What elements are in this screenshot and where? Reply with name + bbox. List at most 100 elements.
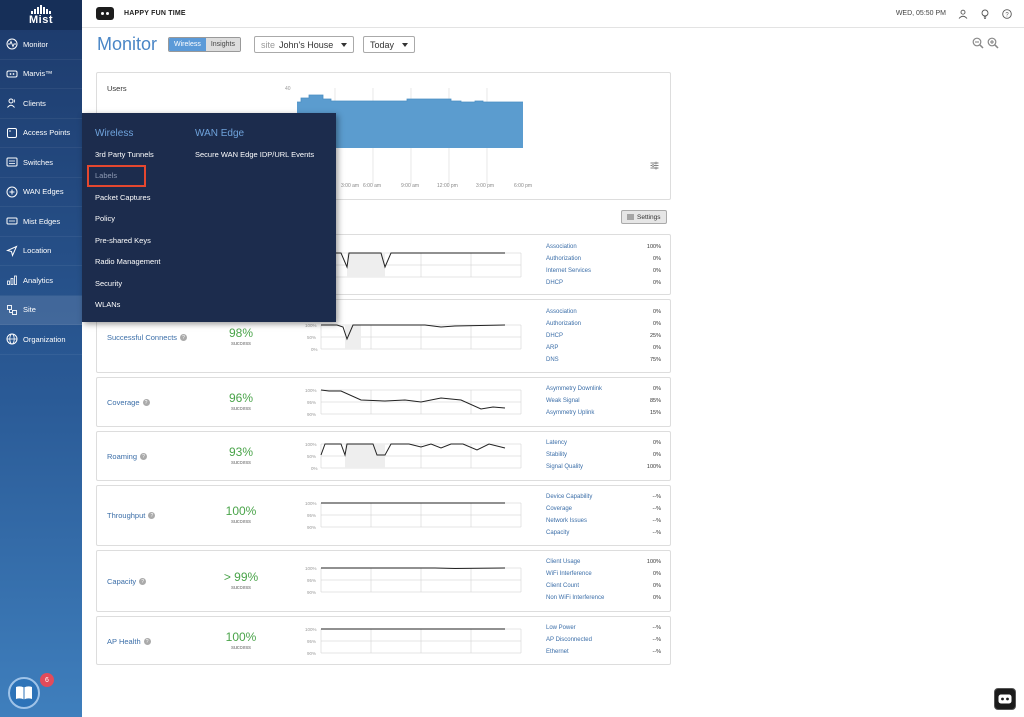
classifier-row[interactable]: Device Capability --%: [546, 491, 661, 503]
sidebar-item-label: Marvis™: [23, 69, 53, 79]
sidebar-item-site[interactable]: Site: [0, 295, 82, 325]
menu-section-wireless: Wireless: [95, 128, 134, 139]
help-icon[interactable]: ?: [139, 578, 147, 585]
sidebar-item-access-points[interactable]: Access Points: [0, 119, 82, 148]
classifier-row[interactable]: Latency 0%: [546, 437, 661, 449]
sle-row-capacity[interactable]: Capacity? > 99% success 100% 95% 90% Cli…: [96, 550, 671, 612]
svg-text:95%: 95%: [307, 513, 316, 518]
help-icon[interactable]: ?: [143, 638, 151, 645]
menu-item-pre-shared-keys[interactable]: Pre-shared Keys: [95, 236, 151, 245]
sle-row-ap-health[interactable]: AP Health? 100% success 100% 95% 90% Low…: [96, 616, 671, 665]
sle-name[interactable]: Throughput?: [107, 511, 156, 520]
help-icon[interactable]: ?: [1002, 8, 1012, 19]
sle-percent: > 99%: [223, 570, 259, 584]
help-book-button[interactable]: 6: [8, 673, 54, 709]
marvis-icon: [6, 70, 18, 78]
x-tick-label: 3:00 am: [341, 183, 360, 189]
sidebar-item-label: Location: [23, 246, 52, 256]
marvis-chat-button[interactable]: [994, 688, 1016, 710]
svg-text:95%: 95%: [307, 639, 316, 644]
classifier-row[interactable]: Internet Services 0%: [546, 265, 661, 277]
classifier-row[interactable]: Signal Quality 100%: [546, 461, 661, 473]
classifier-row[interactable]: Association 0%: [546, 306, 661, 318]
classifier-row[interactable]: Client Usage 100%: [546, 556, 661, 568]
classifier-row[interactable]: Asymmetry Uplink 15%: [546, 407, 661, 419]
sle-success-label: success: [231, 519, 251, 525]
svg-text:100%: 100%: [305, 627, 317, 632]
lightbulb-icon[interactable]: [980, 9, 990, 19]
menu-item-3rd-party-tunnels[interactable]: 3rd Party Tunnels: [95, 150, 154, 159]
sidebar-item-wan-edges[interactable]: WAN Edges: [0, 178, 82, 207]
classifier-row[interactable]: WiFi Interference 0%: [546, 568, 661, 580]
sle-name[interactable]: Coverage?: [107, 398, 150, 407]
sle-name[interactable]: AP Health?: [107, 637, 151, 646]
svg-text:?: ?: [1005, 12, 1009, 18]
sidebar-item-switches[interactable]: Switches: [0, 148, 82, 178]
classifier-row[interactable]: DHCP 25%: [546, 330, 661, 342]
menu-item-security[interactable]: Security: [95, 279, 122, 288]
datetime: WED, 05:50 PM: [895, 10, 946, 17]
sidebar-item-analytics[interactable]: Analytics: [0, 266, 82, 296]
classifier-row[interactable]: Ethernet --%: [546, 646, 661, 658]
classifier-row[interactable]: Asymmetry Downlink 0%: [546, 383, 661, 395]
menu-item-secure-wan-edge-idp[interactable]: Secure WAN Edge IDP/URL Events: [195, 150, 314, 159]
classifier-row[interactable]: Stability 0%: [546, 449, 661, 461]
site-dropdown[interactable]: site John's House: [254, 36, 355, 53]
classifier-row[interactable]: DNS 75%: [546, 354, 661, 366]
classifier-row[interactable]: ARP 0%: [546, 342, 661, 354]
settings-label: Settings: [637, 213, 661, 221]
menu-item-policy[interactable]: Policy: [95, 214, 115, 223]
time-range-dropdown[interactable]: Today: [363, 36, 416, 53]
sle-name[interactable]: Capacity?: [107, 577, 147, 586]
sidebar-item-clients[interactable]: Clients: [0, 89, 82, 119]
org-name[interactable]: HAPPY FUN TIME: [124, 10, 186, 17]
x-tick-label: 9:00 am: [401, 183, 420, 189]
sidebar-item-organization[interactable]: Organization: [0, 325, 82, 355]
classifier-row[interactable]: Capacity --%: [546, 527, 661, 539]
sle-percent: 93%: [228, 445, 254, 459]
sidebar-item-monitor[interactable]: Monitor: [0, 30, 82, 60]
classifier-row[interactable]: DHCP 0%: [546, 277, 661, 289]
analytics-icon: [7, 275, 17, 286]
menu-item-radio-management[interactable]: Radio Management: [95, 257, 160, 266]
sidebar-item-mist-edges[interactable]: Mist Edges: [0, 207, 82, 237]
sle-row-coverage[interactable]: Coverage? 96% success 100% 95% 90% Asymm…: [96, 377, 671, 427]
sidebar-item-location[interactable]: Location: [0, 237, 82, 266]
classifier-row[interactable]: Authorization 0%: [546, 318, 661, 330]
classifier-row[interactable]: Weak Signal 85%: [546, 395, 661, 407]
classifier-row[interactable]: Client Count 0%: [546, 580, 661, 592]
user-icon[interactable]: [958, 9, 968, 19]
classifier-row[interactable]: Non WiFi Interference 0%: [546, 592, 661, 604]
svg-text:100%: 100%: [305, 323, 317, 328]
mist-logo[interactable]: Mist: [0, 0, 82, 30]
sle-row-roaming[interactable]: Roaming? 93% success 100% 50% 0% Latency…: [96, 431, 671, 481]
zoom-in-icon[interactable]: [987, 37, 999, 49]
classifier-row[interactable]: Association 100%: [546, 241, 661, 253]
sle-name[interactable]: Successful Connects?: [107, 333, 188, 342]
zoom-out-icon[interactable]: [972, 37, 984, 49]
classifier-row[interactable]: Network Issues --%: [546, 515, 661, 527]
filter-settings-icon[interactable]: [650, 161, 659, 170]
sidebar-item-label: Monitor: [23, 39, 49, 49]
sidebar-item-marvis[interactable]: Marvis™: [0, 60, 82, 89]
help-icon[interactable]: ?: [140, 453, 148, 460]
classifier-row[interactable]: Low Power --%: [546, 622, 661, 634]
sle-name[interactable]: Roaming?: [107, 452, 148, 461]
tab-wireless[interactable]: Wireless: [169, 38, 206, 51]
menu-item-packet-captures[interactable]: Packet Captures: [95, 193, 150, 202]
settings-button[interactable]: Settings: [621, 210, 667, 224]
help-icon[interactable]: ?: [148, 512, 156, 519]
help-icon[interactable]: ?: [142, 399, 150, 406]
sle-row-throughput[interactable]: Throughput? 100% success 100% 95% 90% De…: [96, 485, 671, 546]
classifier-row[interactable]: Coverage --%: [546, 503, 661, 515]
menu-item-wlans[interactable]: WLANs: [95, 300, 120, 309]
chevron-down-icon: [402, 42, 409, 47]
book-icon: [16, 686, 32, 700]
svg-text:50%: 50%: [307, 454, 316, 459]
classifier-row[interactable]: Authorization 0%: [546, 253, 661, 265]
help-icon[interactable]: ?: [180, 334, 188, 341]
classifier-row[interactable]: AP Disconnected --%: [546, 634, 661, 646]
x-tick-label: 3:00 pm: [476, 183, 495, 189]
tab-insights[interactable]: Insights: [205, 38, 240, 51]
switch-icon: [6, 157, 18, 167]
